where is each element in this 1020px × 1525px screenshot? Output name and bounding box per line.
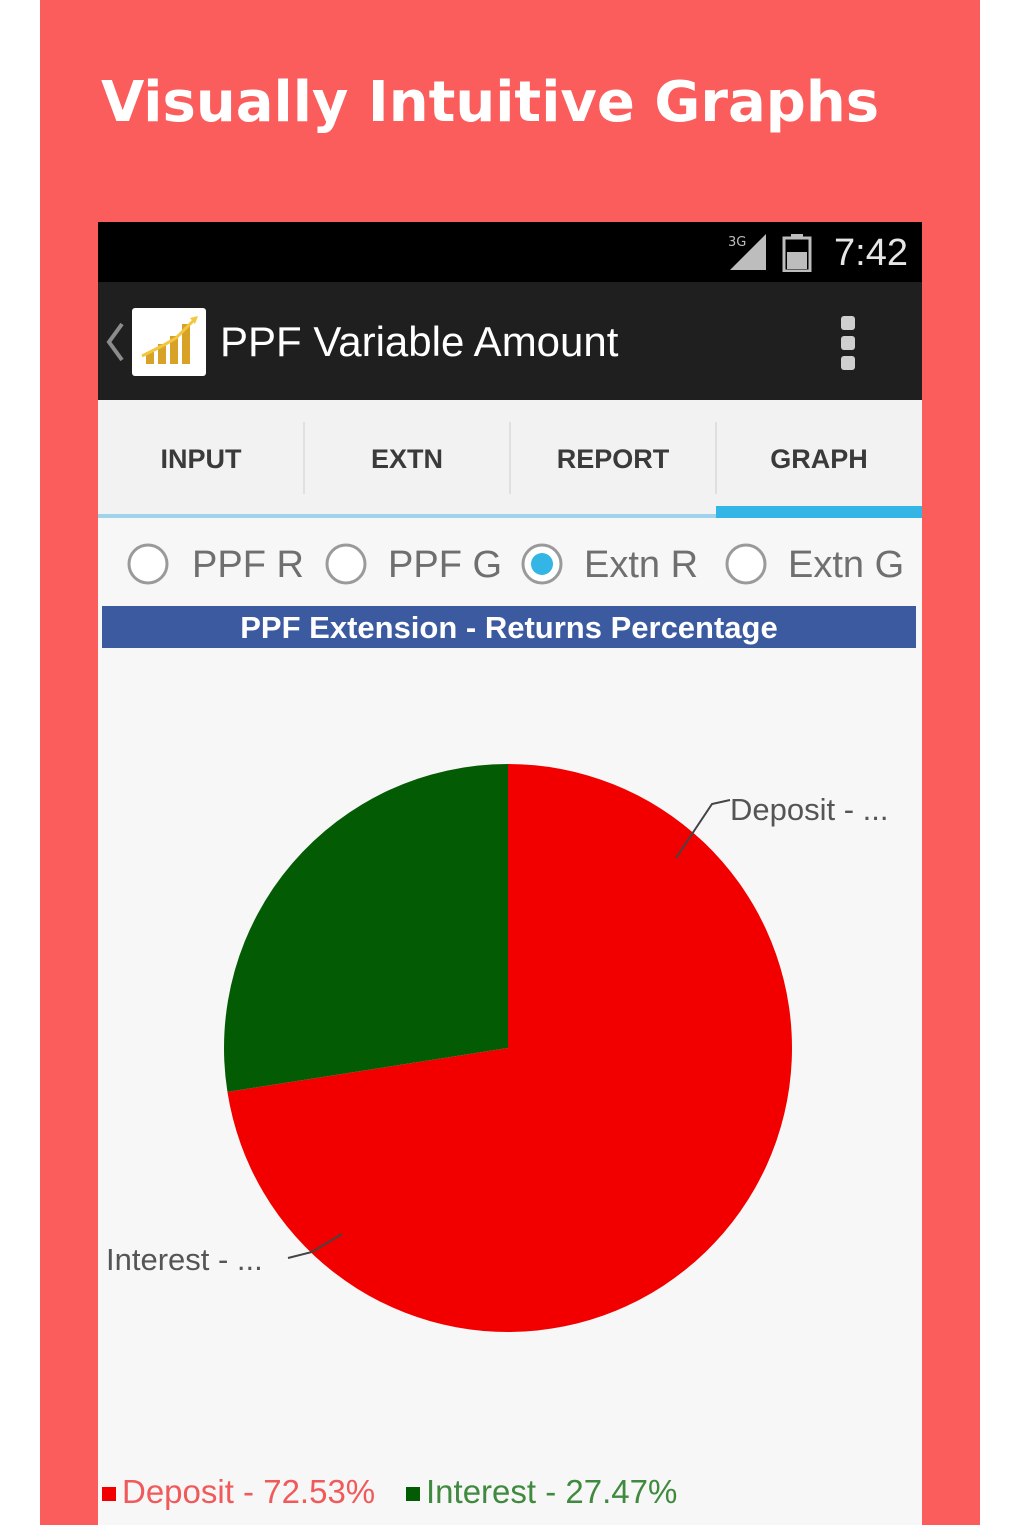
- app-title: PPF Variable Amount: [220, 318, 619, 365]
- chart-title: PPF Extension - Returns Percentage: [102, 606, 916, 648]
- radio-extn-r[interactable]: [520, 542, 564, 586]
- radio-ppf-r[interactable]: [126, 542, 170, 586]
- radio-label-extn-r: Extn R: [584, 544, 699, 586]
- app-logo-icon[interactable]: [132, 308, 206, 376]
- pie-label-interest: Interest - ...: [106, 1242, 263, 1277]
- app-logo-graphic: [141, 316, 198, 364]
- status-time: 7:42: [834, 232, 908, 274]
- action-bar: PPF Variable Amount: [98, 282, 922, 400]
- signal-icon: 3G: [728, 234, 766, 270]
- phone-screen: 3G 7:42 PPF Variable Amount INPUT EXTN R…: [98, 222, 922, 1525]
- tab-input[interactable]: INPUT: [98, 400, 304, 514]
- tab-graph[interactable]: GRAPH: [716, 400, 922, 514]
- promo-title: Visually Intuitive Graphs: [100, 70, 880, 135]
- radio-label-extn-g: Extn G: [788, 544, 905, 586]
- svg-text:3G: 3G: [728, 235, 746, 250]
- tab-report[interactable]: REPORT: [510, 400, 716, 514]
- battery-icon: [782, 234, 812, 272]
- legend-label-interest: Interest - 27.47%: [426, 1473, 678, 1510]
- tab-selected-indicator: [716, 506, 922, 518]
- legend-swatch-interest: [406, 1487, 420, 1502]
- pie-slice-interest: [224, 764, 508, 1092]
- radio-ppf-g[interactable]: [324, 542, 368, 586]
- back-chevron-icon[interactable]: [104, 320, 126, 364]
- tab-bar: INPUT EXTN REPORT GRAPH: [98, 400, 922, 518]
- legend-item-deposit: Deposit - 72.53%: [102, 1468, 375, 1516]
- tab-extn[interactable]: EXTN: [304, 400, 510, 514]
- radio-extn-g[interactable]: [724, 542, 768, 586]
- radio-label-ppf-r: PPF R: [192, 544, 304, 586]
- legend-swatch-deposit: [102, 1487, 116, 1502]
- status-bar: 3G 7:42: [98, 222, 922, 282]
- overflow-menu-icon[interactable]: [836, 316, 860, 370]
- graph-type-radio-group: PPF R PPF G Extn R Extn G: [98, 532, 922, 596]
- legend-item-interest: Interest - 27.47%: [406, 1468, 677, 1516]
- legend-label-deposit: Deposit - 72.53%: [122, 1473, 376, 1510]
- pie-label-deposit: Deposit - ...: [730, 792, 889, 827]
- pie-chart: Deposit - ... Interest - ...: [106, 764, 889, 1332]
- radio-label-ppf-g: PPF G: [388, 544, 503, 586]
